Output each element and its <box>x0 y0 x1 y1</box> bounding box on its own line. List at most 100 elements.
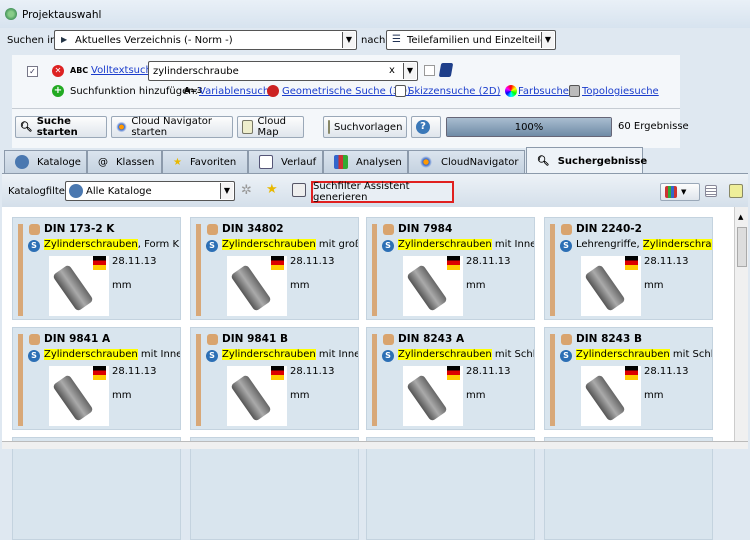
result-card[interactable]: DIN 7984 S Zylinderschrauben mit Innense… <box>366 217 535 320</box>
tab-label: Klassen <box>116 156 155 168</box>
card-description: Zylinderschrauben mit Schlitz für <box>576 349 712 360</box>
color-wheel-icon <box>505 85 517 97</box>
progress-bar: 100% <box>446 117 612 137</box>
vertical-scrollbar[interactable]: ▲ <box>734 207 748 441</box>
german-flag-icon <box>271 366 284 380</box>
search-filter-assistant-button[interactable]: Suchfilter Assistent generieren <box>311 181 454 203</box>
card-title: DIN 2240-2 <box>576 223 642 235</box>
card-accent <box>372 334 377 426</box>
card-description: Zylinderschrauben mit Innensec <box>44 349 180 360</box>
tab-suchergebnisse[interactable]: 🔍︎ Suchergebnisse <box>526 147 647 174</box>
card-date: 28.11.13 <box>466 366 511 377</box>
sketch-search-link[interactable]: Skizzensuche (2D) <box>408 86 501 97</box>
result-card[interactable]: DIN 34802 S Zylinderschrauben mit großem… <box>190 217 359 320</box>
help-button[interactable]: ? <box>411 116 441 138</box>
query-input[interactable]: zylinderschraube x ▼ <box>148 61 418 81</box>
book-icon[interactable] <box>438 63 454 77</box>
card-unit: mm <box>644 280 664 291</box>
part-family-icon <box>29 224 40 235</box>
search-icon: 🔍︎ <box>537 155 550 167</box>
result-card[interactable]: DIN 8243 A S Zylinderschrauben mit Schli… <box>366 327 535 430</box>
chevron-down-icon[interactable]: ▼ <box>403 63 416 79</box>
topology-icon <box>569 85 580 97</box>
cloud-navigator-icon <box>419 155 433 169</box>
cloud-map-button[interactable]: Cloud Map <box>237 116 304 138</box>
cloud-navigator-button[interactable]: Cloud Navigator starten <box>111 116 233 138</box>
bolt-image <box>230 264 272 312</box>
favorite-filter-icon[interactable]: ★ <box>266 182 278 197</box>
scrollbar-thumb[interactable] <box>737 227 747 267</box>
view-mode-button[interactable]: ▼ <box>660 183 700 201</box>
chevron-down-icon[interactable]: ▼ <box>342 32 355 48</box>
highlight-term: Zylinderschrauben <box>642 239 712 250</box>
result-card[interactable]: DIN 173-2 K S Zylinderschrauben, Form K … <box>12 217 181 320</box>
color-search-link[interactable]: Farbsuche <box>518 86 569 97</box>
result-card[interactable] <box>12 437 181 540</box>
part-family-icon <box>207 334 218 345</box>
progress-label: 100% <box>514 122 544 133</box>
card-description: Zylinderschrauben, Form K <box>44 239 180 250</box>
tab-analysen[interactable]: Analysen <box>323 150 408 173</box>
tab-favoriten[interactable]: ★ Favoriten <box>162 150 248 173</box>
search-in-dropdown[interactable]: ▶ Aktuelles Verzeichnis (- Norm -) ▼ <box>54 30 357 50</box>
cloud-map-label: Cloud Map <box>257 116 287 138</box>
desc-rest: mit großem Ir <box>318 239 358 250</box>
tab-klassen[interactable]: @ Klassen <box>87 150 162 173</box>
result-card[interactable]: DIN 9841 B S Zylinderschrauben mit Innen… <box>190 327 359 430</box>
tab-verlauf[interactable]: Verlauf <box>248 150 323 173</box>
result-card[interactable]: DIN 8243 B S Zylinderschrauben mit Schli… <box>544 327 713 430</box>
tab-cloudnavigator[interactable]: CloudNavigator <box>408 150 525 173</box>
remove-icon[interactable]: ✕ <box>52 65 64 77</box>
start-search-button[interactable]: 🔍︎ Suche starten <box>15 116 107 138</box>
chevron-down-icon[interactable]: ▼ <box>220 183 233 199</box>
title-bar: Projektauswahl <box>0 0 750 28</box>
option-checkbox[interactable] <box>424 65 435 76</box>
card-accent <box>196 224 201 316</box>
save-filter-icon[interactable] <box>292 183 306 197</box>
chevron-down-icon[interactable]: ▼ <box>541 32 554 48</box>
highlight-term: Zylinderschrauben <box>222 349 316 360</box>
nach-dropdown[interactable]: ☰ Teilefamilien und Einzelteilen ▼ <box>386 30 556 50</box>
tab-label: Favoriten <box>189 156 237 168</box>
card-unit: mm <box>290 280 310 291</box>
result-card[interactable]: DIN 2240-2 S Lehrengriffe, Zylinderschra… <box>544 217 713 320</box>
search-templates-button[interactable]: Suchvorlagen <box>323 116 407 138</box>
list-icon: ☰ <box>392 34 401 45</box>
result-card[interactable] <box>366 437 535 540</box>
result-card[interactable] <box>190 437 359 540</box>
standard-icon: S <box>560 350 572 362</box>
templates-icon <box>328 120 330 134</box>
tab-label: Suchergebnisse <box>557 155 648 167</box>
grid-view-icon <box>665 186 677 198</box>
clear-button[interactable]: x <box>389 65 395 76</box>
tab-kataloge[interactable]: Kataloge <box>4 150 87 173</box>
card-accent <box>550 224 555 316</box>
standard-icon: S <box>28 240 40 252</box>
horizontal-scrollbar[interactable] <box>2 441 748 449</box>
bolt-image <box>406 374 448 422</box>
highlight-term: Zylinderschrauben <box>576 349 670 360</box>
bolt-image <box>230 374 272 422</box>
catalog-filter-dropdown[interactable]: Alle Kataloge ▼ <box>65 181 235 201</box>
assistant-label: Suchfilter Assistent generieren <box>313 181 410 203</box>
result-card[interactable] <box>544 437 713 540</box>
german-flag-icon <box>93 256 106 270</box>
topology-search-link[interactable]: Topologiesuche <box>582 86 659 97</box>
list-view-icon[interactable] <box>705 185 717 197</box>
bolt-image <box>52 264 94 312</box>
settings-icon[interactable]: ✲ <box>241 183 252 198</box>
card-title: DIN 34802 <box>222 223 284 235</box>
scroll-up-icon[interactable]: ▲ <box>738 213 743 221</box>
start-search-label: Suche starten <box>36 116 78 138</box>
image-view-icon[interactable] <box>729 184 743 198</box>
german-flag-icon <box>271 256 284 270</box>
templates-label: Suchvorlagen <box>334 121 403 133</box>
result-card[interactable]: DIN 9841 A S Zylinderschrauben mit Innen… <box>12 327 181 430</box>
fulltext-checkbox[interactable]: ✓ <box>27 66 38 77</box>
variable-search-link[interactable]: Variablensuche <box>199 86 275 97</box>
nach-value: Teilefamilien und Einzelteilen <box>407 35 553 46</box>
geometry-search-link[interactable]: Geometrische Suche (3D) <box>282 86 411 97</box>
card-description: Lehrengriffe, Zylinderschrauben <box>576 239 712 250</box>
search-icon: 🔍︎ <box>20 121 33 133</box>
highlight-term: Zylinderschrauben <box>398 239 492 250</box>
